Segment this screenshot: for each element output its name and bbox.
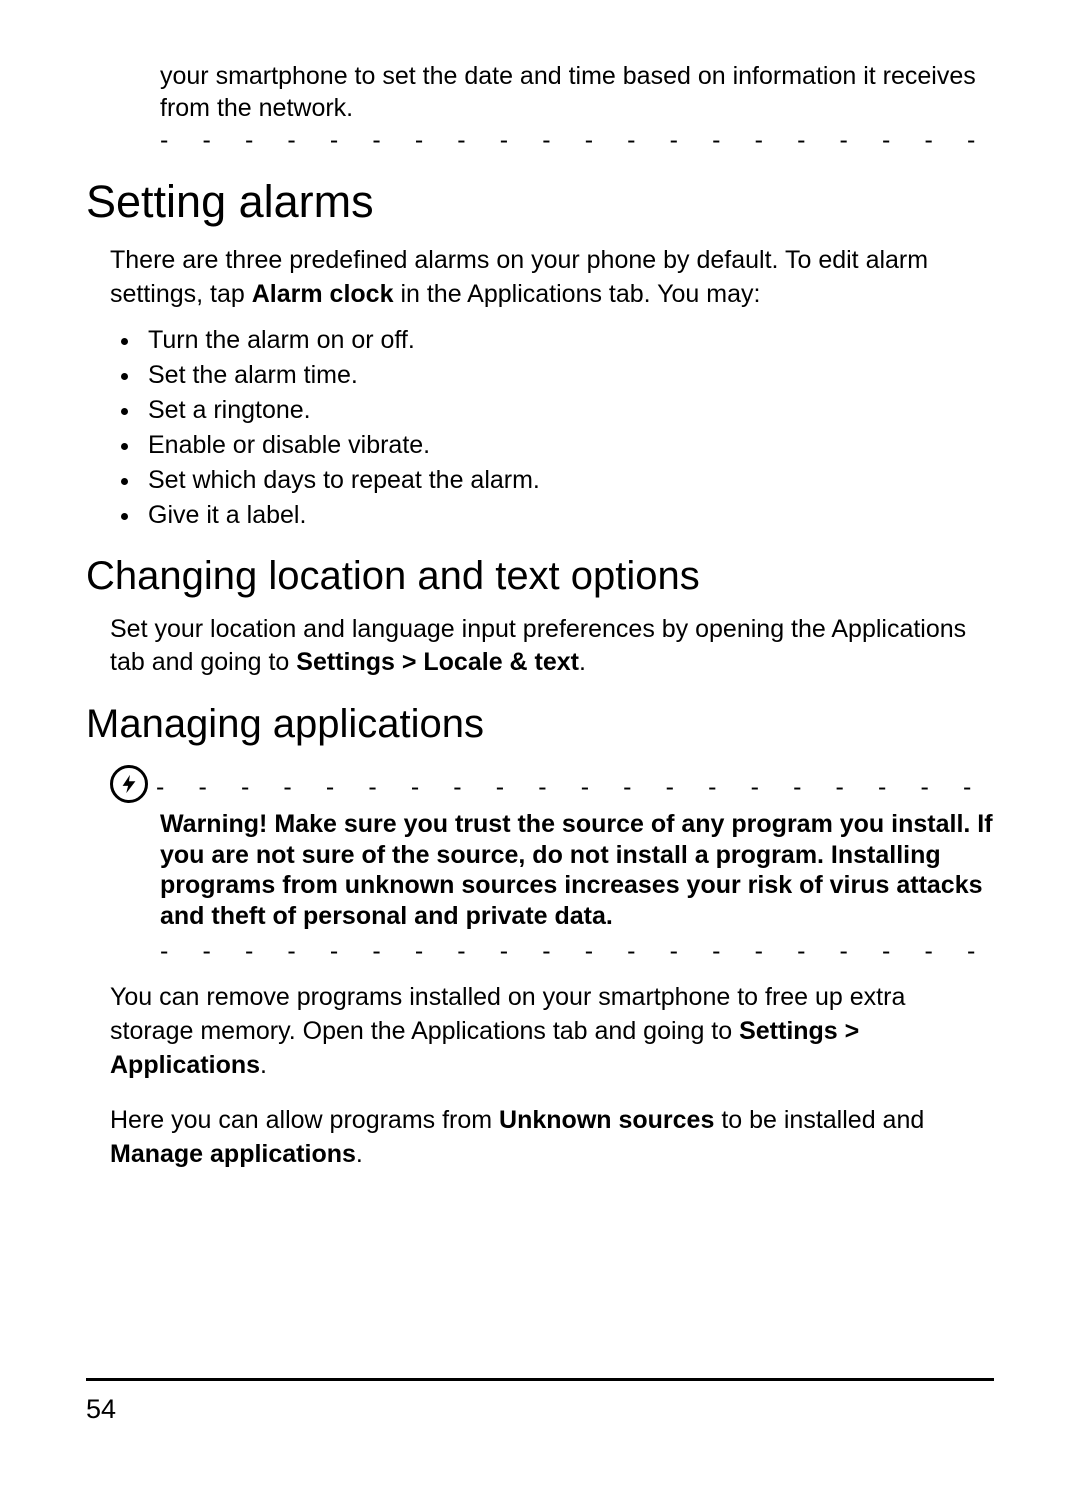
heading-location-text-options: Changing location and text options — [86, 554, 994, 599]
unknown-sources-bold: Unknown sources — [499, 1106, 714, 1134]
list-item: Enable or disable vibrate. — [142, 431, 994, 460]
divider-dashes: - - - - - - - - - - - - - - - - - - - - … — [160, 126, 994, 148]
divider-dashes: - - - - - - - - - - - - - - - - - - - - … — [156, 773, 994, 795]
alarms-intro-paragraph: There are three predefined alarms on you… — [110, 244, 994, 312]
divider-dashes: - - - - - - - - - - - - - - - - - - - - … — [160, 937, 994, 959]
continuation-paragraph: your smartphone to set the date and time… — [160, 60, 994, 124]
unknown-text-1: Here you can allow programs from — [110, 1106, 499, 1134]
alarms-bullet-list: Turn the alarm on or off. Set the alarm … — [86, 326, 994, 530]
remove-text-2: . — [260, 1051, 267, 1079]
list-item: Turn the alarm on or off. — [142, 326, 994, 355]
warning-top-row: - - - - - - - - - - - - - - - - - - - - … — [110, 765, 994, 803]
list-item: Set a ringtone. — [142, 396, 994, 425]
list-item: Give it a label. — [142, 501, 994, 530]
warning-block: - - - - - - - - - - - - - - - - - - - - … — [110, 765, 994, 959]
heading-managing-applications: Managing applications — [86, 702, 994, 747]
warning-text: Warning! Make sure you trust the source … — [160, 809, 994, 931]
footer-rule — [86, 1378, 994, 1381]
warning-label: Warning! — [160, 810, 274, 838]
location-paragraph: Set your location and language input pre… — [110, 613, 994, 681]
alarms-intro-text-2: in the Applications tab. You may: — [394, 280, 761, 308]
warning-body: Make sure you trust the source of any pr… — [160, 810, 993, 930]
manual-page: your smartphone to set the date and time… — [0, 0, 1080, 1489]
lightning-icon — [110, 765, 148, 803]
manage-applications-bold: Manage applications — [110, 1140, 356, 1168]
settings-locale-bold: Settings > Locale & text — [296, 648, 579, 676]
heading-setting-alarms: Setting alarms — [86, 176, 994, 228]
location-text-2: . — [579, 648, 586, 676]
alarm-clock-bold: Alarm clock — [252, 280, 394, 308]
list-item: Set which days to repeat the alarm. — [142, 466, 994, 495]
remove-programs-paragraph: You can remove programs installed on you… — [110, 981, 994, 1082]
page-number: 54 — [86, 1394, 116, 1425]
unknown-sources-paragraph: Here you can allow programs from Unknown… — [110, 1104, 994, 1172]
unknown-text-2: to be installed and — [714, 1106, 924, 1134]
unknown-text-3: . — [356, 1140, 363, 1168]
list-item: Set the alarm time. — [142, 361, 994, 390]
